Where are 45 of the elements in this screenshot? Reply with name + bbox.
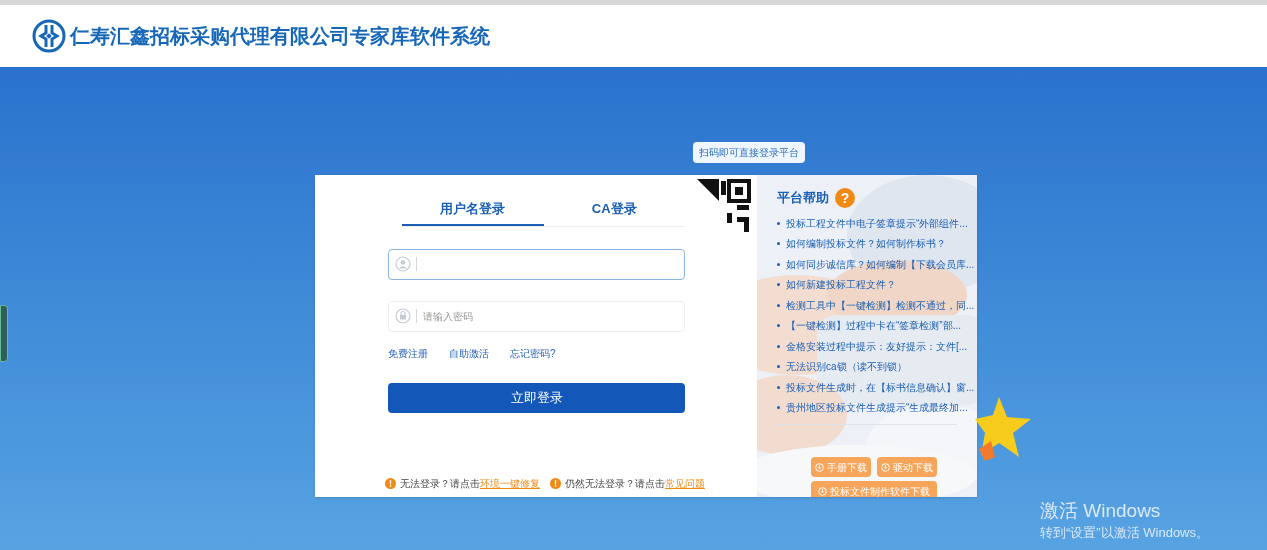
download-icon — [818, 486, 827, 496]
site-title: 仁寿汇鑫招标采购代理有限公司专家库软件系统 — [70, 24, 490, 49]
bullet-icon — [777, 344, 780, 348]
user-icon — [395, 256, 411, 272]
help-link[interactable]: 如何编制投标文件？如何制作标书？ — [786, 236, 946, 252]
qr-code-icon[interactable] — [697, 179, 752, 234]
bullet-icon — [777, 262, 780, 266]
help-link[interactable]: 投标工程文件中电子签章提示“外部组件... — [786, 215, 968, 231]
bullet-icon — [777, 221, 780, 225]
help-link[interactable]: 无法识别ca锁（读不到锁） — [786, 359, 907, 375]
lock-icon — [395, 308, 411, 324]
activation-title: 激活 Windows — [1040, 499, 1162, 523]
help-note: 仍然无法登录？请点击常见问题 — [565, 477, 705, 491]
bullet-icon — [777, 303, 780, 307]
help-link[interactable]: 贵州地区投标文件生成提示“生成最终加... — [786, 400, 968, 416]
side-handle[interactable] — [0, 305, 8, 362]
help-note: 无法登录？请点击环境一键修复 — [400, 477, 540, 491]
help-link[interactable]: 检测工具中【一键检测】检测不通过，同... — [786, 297, 975, 313]
activation-text: 转到“设置”以激活 Windows。 — [1040, 524, 1209, 542]
account-link[interactable]: 忘记密码? — [510, 346, 556, 361]
help-link[interactable]: 【一键检测】过程中卡在“签章检测”部... — [786, 318, 961, 334]
bullet-icon — [777, 242, 780, 246]
bullet-icon — [777, 283, 780, 287]
login-tab[interactable]: 用户名登录 — [402, 193, 544, 226]
download-icon — [815, 462, 824, 472]
help-link[interactable]: 如何新建投标工程文件？ — [786, 277, 896, 293]
account-link[interactable]: 免费注册 — [388, 346, 428, 361]
bullet-icon — [777, 365, 780, 369]
logo-icon — [32, 19, 66, 53]
bullet-icon — [777, 324, 780, 328]
help-link[interactable]: 金格安装过程中提示：友好提示：文件[... — [786, 338, 968, 354]
warning-icon — [550, 478, 561, 489]
bullet-icon — [777, 385, 780, 389]
download-icon — [881, 462, 890, 472]
warning-icon — [385, 478, 396, 489]
password-field[interactable]: 请输入密码 — [388, 301, 685, 332]
help-link[interactable]: 如何同步诚信库？如何编制【下载会员库... — [786, 256, 975, 272]
login-button[interactable]: 立即登录 — [388, 383, 685, 413]
login-tab[interactable]: CA登录 — [543, 193, 685, 226]
username-field[interactable] — [388, 249, 685, 280]
help-link[interactable]: 投标文件生成时，在【标书信息确认】窗... — [786, 379, 975, 395]
account-link[interactable]: 自助激活 — [449, 346, 489, 361]
qr-tooltip: 扫码即可直接登录平台 — [693, 142, 805, 163]
bullet-icon — [777, 406, 780, 410]
help-title: 平台帮助 — [777, 189, 829, 208]
